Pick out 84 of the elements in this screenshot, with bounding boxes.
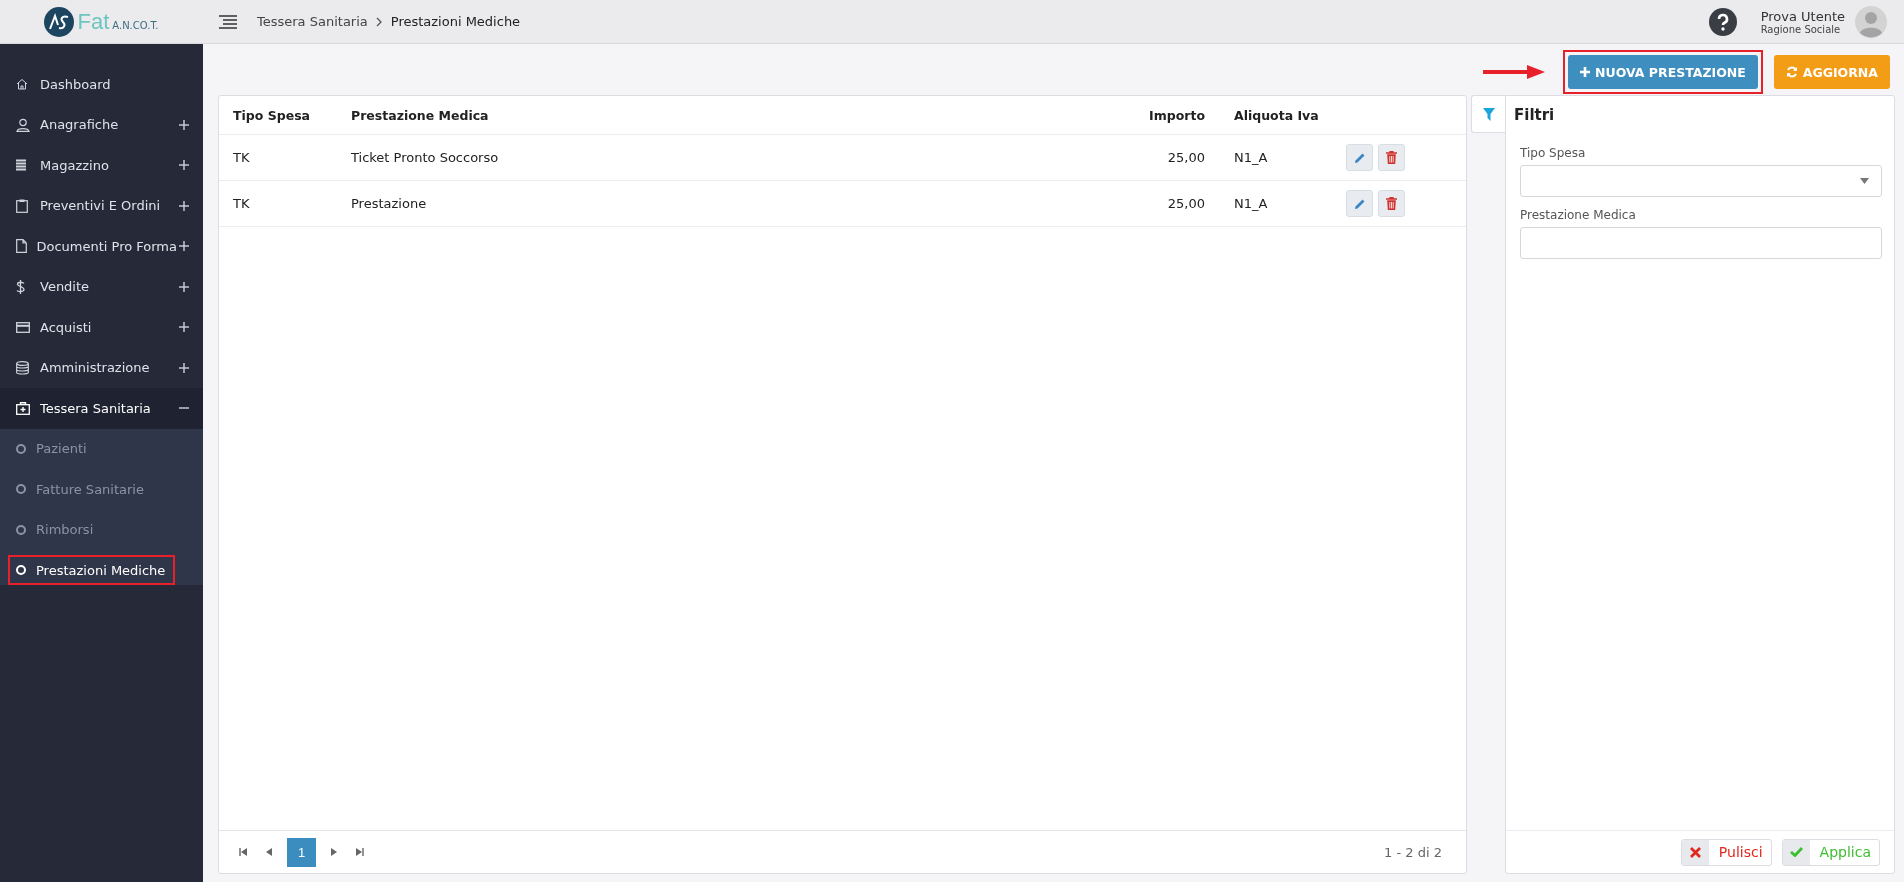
filter-tab[interactable] [1471,95,1505,133]
circle-icon [16,443,26,454]
edit-button[interactable] [1346,190,1373,217]
chevron-icon [375,16,383,27]
expand-icon[interactable] [179,362,189,373]
pagination-summary: 1 - 2 di 2 [1384,844,1442,860]
page-button[interactable]: 1 [287,837,316,867]
sidebar-item[interactable]: Documenti Pro Forma [0,226,203,267]
breadcrumb-item[interactable]: Tessera Sanitaria [257,14,368,29]
file-icon [16,239,27,254]
expand-icon[interactable] [179,119,189,130]
circle-icon [16,524,26,535]
medical-kit-icon [16,401,30,415]
logo-text: Fat [77,8,110,35]
check-icon [1789,847,1803,857]
submenu-item[interactable]: Fatture Sanitarie [8,469,175,510]
sidebar-item[interactable]: Dashboard [0,64,203,105]
list-icon [16,158,26,172]
sidebar-item[interactable]: Amministrazione [0,347,203,388]
sidebar-item[interactable]: Magazzino [0,145,203,186]
last-page-icon[interactable] [356,848,364,856]
column-header[interactable]: Importo [1089,107,1209,123]
table-cell-text: 25,00 [1166,150,1206,165]
user-icon [16,117,30,132]
clear-button[interactable]: Pulisci [1680,838,1772,866]
column-header[interactable]: Aliquota Iva [1209,107,1346,123]
previous-page-icon[interactable] [266,848,272,856]
table-cell-text: N1_A [1233,150,1269,165]
circle-icon [16,484,26,495]
field-label: Prestazione Medica [1520,208,1637,222]
table-cell-text: TK [232,196,251,211]
plus-icon [1580,67,1591,77]
sidebar-item[interactable]: Preventivi E Ordini [0,185,203,226]
expand-icon[interactable] [179,322,189,333]
logo-icon [44,6,75,37]
input-field[interactable] [1520,227,1882,259]
field-label: Tipo Spesa [1520,146,1587,160]
submenu-item[interactable]: Pazienti [8,428,175,469]
breadcrumb-item[interactable]: Prestazioni Mediche [390,14,521,29]
card-icon [16,321,30,333]
table-cell-text: Ticket Pronto Soccorso [350,150,500,165]
expand-icon[interactable] [179,281,189,292]
trash-icon [1386,151,1397,164]
company-name: Ragione Sociale [1760,23,1842,35]
submenu-item[interactable]: Rimborsi [8,509,175,550]
clipboard-icon [16,198,28,213]
table-cell-text: 25,00 [1166,196,1206,211]
table-cell-text: N1_A [1233,196,1269,211]
refresh-icon [1785,66,1798,78]
database-icon [16,360,29,375]
menu-icon[interactable] [219,14,237,29]
delete-button[interactable] [1378,144,1405,171]
close-icon [1689,846,1701,858]
sidebar-item[interactable]: Vendite [0,266,203,307]
expand-icon[interactable] [179,160,189,171]
new-button[interactable]: NUOVA PRESTAZIONE [1568,55,1758,89]
dollar-icon [16,279,25,294]
pencil-icon [1353,151,1366,164]
user-name: Prova Utente [1760,8,1845,24]
home-icon [16,78,28,91]
trash-icon [1386,197,1397,210]
annotation-arrow [1483,63,1546,81]
sidebar-item[interactable]: Anagrafiche [0,104,203,145]
filter-icon [1482,107,1495,121]
submenu-item[interactable]: Prestazioni Mediche [8,555,175,585]
column-header[interactable]: Tipo Spesa [219,107,337,123]
table-cell-text: Prestazione [350,196,428,211]
table-cell-text: TK [232,150,251,165]
circle-icon [16,565,26,575]
edit-button[interactable] [1346,144,1373,171]
pencil-icon [1353,197,1366,210]
sidebar-item[interactable]: Tessera Sanitaria [0,388,203,429]
select-field[interactable] [1520,165,1882,197]
help-icon[interactable] [1708,7,1737,36]
logo-subtext: A.N.CO.T. [112,20,159,31]
panel-title: Filtri [1513,105,1556,126]
column-header[interactable]: Prestazione Medica [337,107,1089,123]
delete-button[interactable] [1378,190,1405,217]
next-page-icon[interactable] [331,848,337,856]
dropdown-caret-icon [1860,178,1869,184]
expand-icon[interactable] [179,200,189,211]
sidebar-item[interactable]: Acquisti [0,307,203,348]
first-page-icon[interactable] [239,848,247,856]
expand-icon[interactable] [179,241,189,252]
